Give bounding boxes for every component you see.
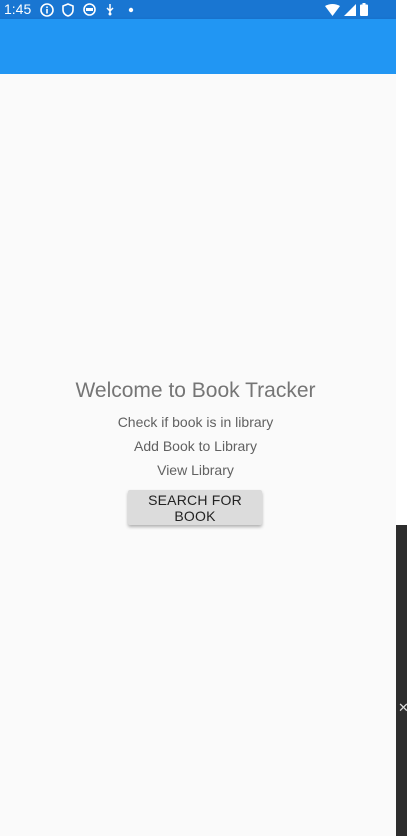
view-library-text: View Library (157, 462, 234, 478)
page-title: Welcome to Book Tracker (75, 379, 316, 402)
shield-icon (61, 2, 75, 17)
battery-icon (360, 3, 368, 16)
phone-screen: 1:45 Welcome to Book Tracker Check if bo… (0, 0, 396, 836)
search-for-book-button[interactable]: SEARCH FOR BOOK (128, 490, 262, 525)
signal-icon (344, 3, 356, 16)
desktop-backdrop-dark (396, 525, 407, 836)
close-icon: ✕ (398, 700, 407, 715)
check-book-text: Check if book is in library (117, 414, 274, 430)
main-content: Welcome to Book Tracker Check if book is… (0, 74, 396, 836)
status-notification-icons (40, 2, 145, 17)
status-time: 1:45 (4, 1, 32, 17)
app-bar (0, 19, 396, 74)
usb-icon (103, 3, 117, 17)
dot-icon (124, 3, 138, 17)
status-bar: 1:45 (0, 0, 396, 19)
status-system-icons (321, 2, 368, 17)
wifi-icon (325, 3, 340, 16)
db-icon (82, 3, 96, 17)
info-icon (40, 2, 54, 17)
add-book-text: Add Book to Library (134, 438, 257, 454)
